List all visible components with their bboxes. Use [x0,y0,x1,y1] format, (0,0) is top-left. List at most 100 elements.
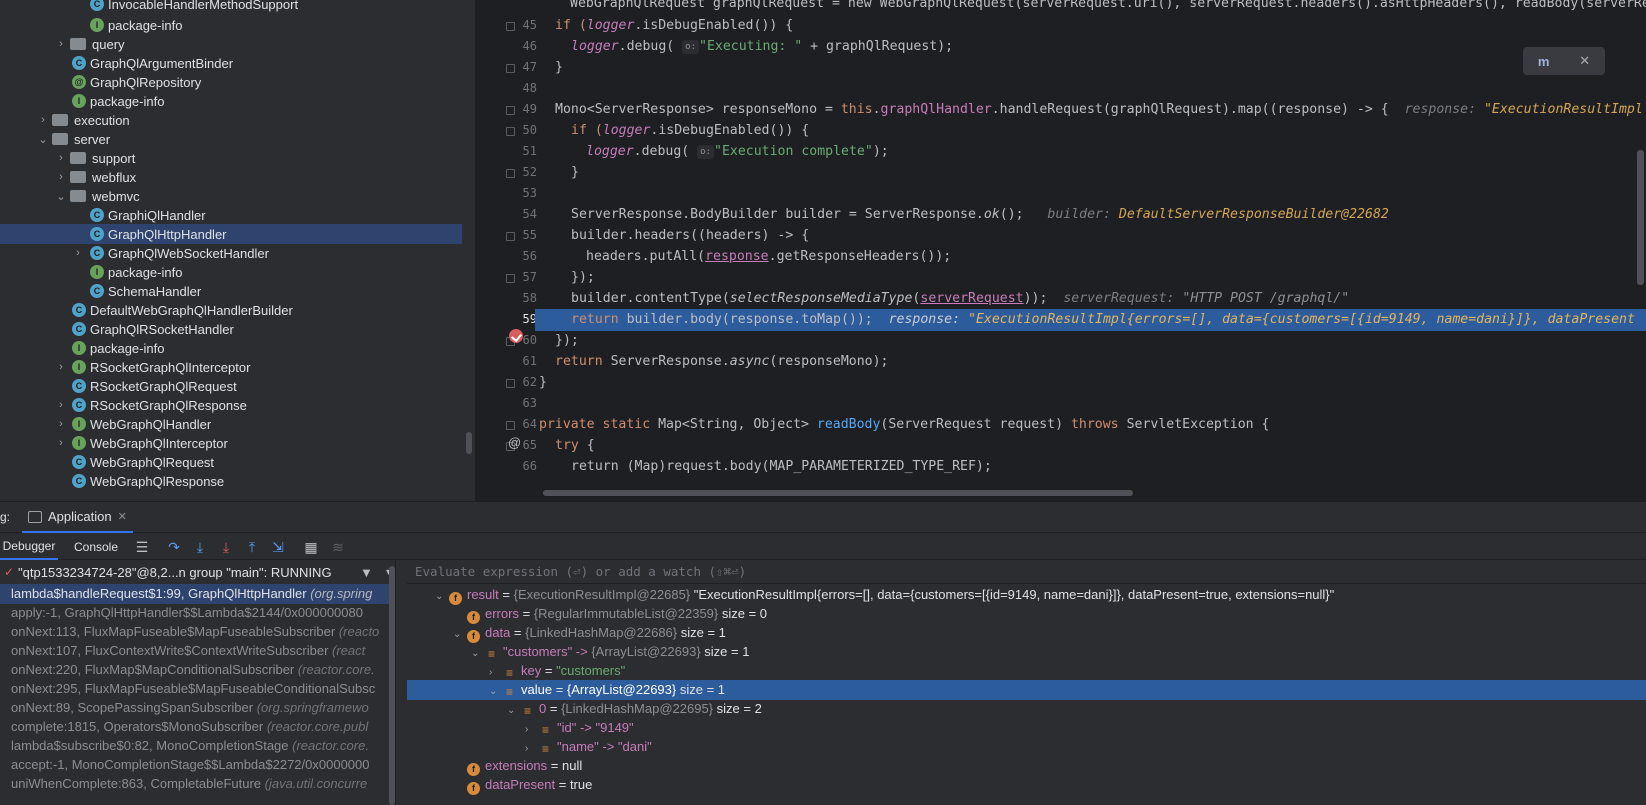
tree-item[interactable]: C GraphQlArgumentBinder [0,53,462,73]
line-number[interactable]: 61 [515,354,537,368]
project-tree[interactable]: C InvocableHandlerMethodSupport Ipackage-i… [0,0,462,501]
run-to-cursor-icon[interactable]: ⇲ [270,539,286,555]
fold-marker-icon[interactable] [506,379,515,388]
tree-item[interactable]: C GraphQlRSocketHandler [0,319,462,339]
chevron-right-icon[interactable]: › [37,114,49,126]
line-number[interactable]: 49 [515,102,537,116]
fold-marker-icon[interactable] [506,22,515,31]
stack-frame[interactable]: onNext:295, FluxMapFuseable$MapFuseableC… [0,679,395,699]
tree-item[interactable]: C WebGraphQlResponse [0,471,462,491]
code-editor[interactable]: 45 46 47 48 49 50 51 52 53 54 55 56 57 58 59 60 61 62 63 64… [475,0,1646,501]
tree-item[interactable]: C RSocketGraphQlRequest [0,376,462,396]
variable-row[interactable]: ⌄ ≡ 0 = {LinkedHashMap@22695} size = 2 [407,699,1646,719]
trace-stream-icon[interactable]: ≋ [330,539,346,555]
tree-item[interactable]: C WebGraphQlRequest [0,452,462,472]
variable-row[interactable]: ⌄ ≡ "customers" -> {ArrayList@22693} size … [407,642,1646,662]
variable-row[interactable]: › ≡ key = "customers" [407,661,1646,681]
tree-item[interactable]: C GraphiQlHandler [0,205,462,225]
line-number[interactable]: 45 [515,18,537,32]
editor-horizontal-scrollbar[interactable] [543,490,1133,496]
tree-item[interactable]: › I RSocketGraphQlInterceptor [0,357,462,377]
line-number[interactable]: 57 [515,270,537,284]
chevron-right-icon[interactable]: › [55,418,67,430]
maven-reload-icon[interactable]: m [1538,54,1550,69]
stack-frame[interactable]: onNext:220, FluxMap$MapConditionalSubscr… [0,660,395,680]
stack-frame[interactable]: uniWhenComplete:863, CompletableFuture (… [0,774,395,794]
line-number[interactable]: 51 [515,144,537,158]
tab-debugger[interactable]: Debugger [0,533,58,560]
stack-frame[interactable]: onNext:89, ScopePassingSpanSubscriber (o… [0,698,395,718]
tree-item[interactable]: Ipackage-info [0,262,462,282]
force-step-into-icon[interactable]: ⤓ [218,539,234,555]
project-tree-scrollbar[interactable] [466,432,472,454]
line-number[interactable]: 50 [515,123,537,137]
maven-reload-popup[interactable]: m ✕ [1523,47,1605,75]
line-number[interactable]: 59 [515,312,537,326]
tree-item[interactable]: › support [0,148,462,168]
stack-frame[interactable]: apply:-1, GraphQlHttpHandler$$Lambda$214… [0,603,395,623]
stack-frame[interactable]: lambda$subscribe$0:82, MonoCompletionSta… [0,736,395,756]
line-number[interactable]: 47 [515,60,537,74]
tree-item[interactable]: › query [0,34,462,54]
tree-item[interactable]: ⌄ server [0,129,462,149]
fold-marker-icon[interactable] [506,274,515,283]
variable-row[interactable]: f extensions = null [407,756,1646,776]
line-number[interactable]: 55 [515,228,537,242]
tree-item[interactable]: › webflux [0,167,462,187]
fold-marker-icon[interactable] [506,169,515,178]
breakpoint-hit-icon[interactable] [509,329,523,343]
chevron-down-icon[interactable]: ⌄ [37,133,49,146]
chevron-down-icon[interactable]: ⌄ [55,190,67,203]
close-tab-icon[interactable]: ✕ [118,510,127,523]
fold-marker-icon[interactable] [506,106,515,115]
fold-marker-icon[interactable] [506,232,515,241]
variable-row[interactable]: › ≡ "id" -> "9149" [407,718,1646,738]
tree-item[interactable]: › execution [0,110,462,130]
watch-input[interactable]: Evaluate expression (⏎) or add a watch (… [407,560,1646,584]
variable-row[interactable]: › ≡ "name" -> "dani" [407,737,1646,757]
variable-row[interactable]: f dataPresent = true [407,775,1646,795]
variable-row[interactable]: ⌄ f result = {ExecutionResultImpl@22685} "… [407,585,1646,605]
stack-frame[interactable]: lambda$handleRequest$1:99, GraphQlHttpHa… [0,584,395,604]
line-number[interactable]: 56 [515,249,537,263]
chevron-right-icon[interactable]: › [55,171,67,183]
tree-item[interactable]: Ipackage-info [0,338,462,358]
tab-console[interactable]: Console [68,533,124,560]
override-marker-icon[interactable]: @ [508,435,522,450]
fold-marker-icon[interactable] [506,64,515,73]
close-icon[interactable]: ✕ [1579,53,1590,69]
chevron-right-icon[interactable]: › [72,247,84,259]
tree-item[interactable]: › I WebGraphQlHandler [0,414,462,434]
thread-selector[interactable]: ✓ "qtp1533234724-28"@8,2...n group "main… [0,560,395,584]
tree-item[interactable]: C InvocableHandlerMethodSupport [0,0,462,14]
step-into-icon[interactable]: ⤓ [192,539,208,555]
stack-frame[interactable]: onNext:113, FluxMapFuseable$MapFuseableS… [0,622,395,642]
tree-item[interactable]: C GraphQlHttpHandler [0,224,462,244]
tree-item[interactable]: ⌄ webmvc [0,186,462,206]
stack-frame[interactable]: accept:-1, MonoCompletionStage$$Lambda$2… [0,755,395,775]
line-number[interactable]: 66 [515,459,537,473]
tab-application[interactable]: Application ✕ [22,502,133,533]
tree-item[interactable]: Ipackage-info [0,15,462,35]
line-number[interactable]: 58 [515,291,537,305]
tree-item[interactable]: C SchemaHandler [0,281,462,301]
fold-marker-icon[interactable] [506,127,515,136]
line-number[interactable]: 53 [515,186,537,200]
tree-item[interactable]: @ GraphQlRepository [0,72,462,92]
layout-menu-icon[interactable]: ☰ [134,539,150,555]
line-number[interactable]: 52 [515,165,537,179]
chevron-right-icon[interactable]: › [55,399,67,411]
variable-row[interactable]: ⌄ ≡ value = {ArrayList@22693} size = 1 [407,680,1646,700]
chevron-right-icon[interactable]: › [55,38,67,50]
line-number[interactable]: 48 [515,81,537,95]
tree-item[interactable]: C DefaultWebGraphQlHandlerBuilder [0,300,462,320]
tree-item[interactable]: Ipackage-info [0,91,462,111]
line-number[interactable]: 62 [515,375,537,389]
tree-item[interactable]: › C RSocketGraphQlResponse [0,395,462,415]
frames-scrollbar[interactable] [389,566,395,805]
editor-vertical-scrollbar[interactable] [1637,150,1644,285]
fold-marker-icon[interactable] [506,421,515,430]
tree-item[interactable]: › C GraphQlWebSocketHandler [0,243,462,263]
step-out-icon[interactable]: ⤒ [244,539,260,555]
stack-frame[interactable]: onNext:107, FluxContextWrite$ContextWrit… [0,641,395,661]
